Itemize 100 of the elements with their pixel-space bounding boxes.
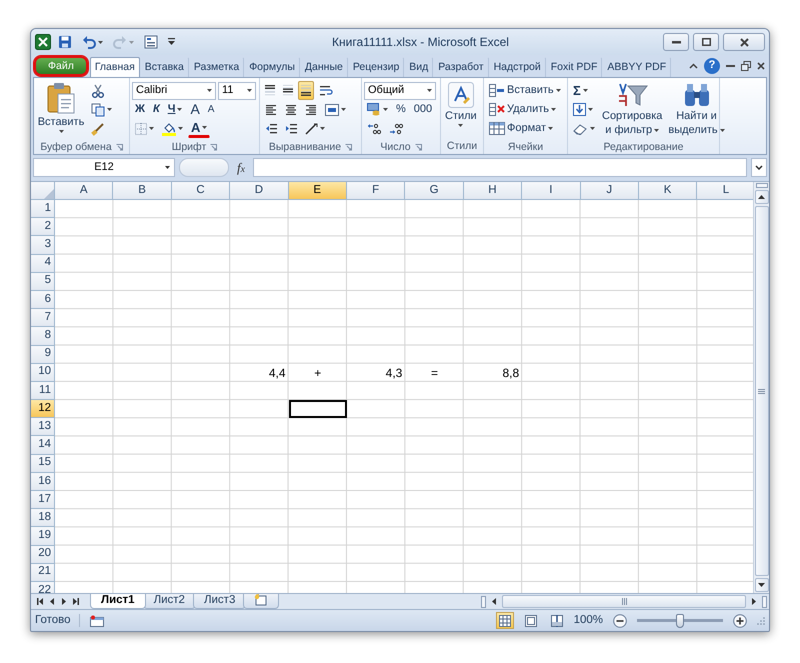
operator-symbol: = bbox=[430, 364, 440, 382]
shrink-font-button[interactable]: A bbox=[204, 100, 218, 119]
split-handle[interactable] bbox=[756, 183, 768, 188]
paste-button[interactable]: Вставить bbox=[36, 80, 86, 140]
group-label: Редактирование bbox=[604, 140, 684, 154]
row-header[interactable]: 11 bbox=[31, 382, 55, 400]
format-cells-button[interactable]: Формат bbox=[486, 119, 564, 138]
last-sheet-icon[interactable] bbox=[73, 598, 79, 605]
column-header[interactable]: E bbox=[288, 182, 347, 200]
sheet-tab[interactable]: Лист2 bbox=[142, 594, 196, 609]
row-header[interactable]: 3 bbox=[31, 236, 55, 255]
scroll-down-button[interactable] bbox=[754, 578, 768, 592]
minimize-button[interactable] bbox=[663, 33, 689, 51]
sort-filter-button[interactable]: Сортировка и фильтр bbox=[600, 80, 664, 140]
sheet-tab[interactable]: Лист1 bbox=[90, 594, 146, 609]
number-format-field[interactable]: Общий bbox=[364, 82, 436, 100]
row-header[interactable]: 9 bbox=[31, 346, 55, 364]
column-header[interactable]: F bbox=[346, 182, 406, 200]
normal-view-button[interactable] bbox=[496, 612, 514, 629]
file-tab[interactable]: Файл bbox=[34, 56, 88, 76]
normal-view-icon bbox=[498, 614, 511, 626]
row-header[interactable]: 2 bbox=[31, 218, 55, 236]
zoom-level[interactable]: 100% bbox=[574, 614, 603, 628]
previous-sheet-icon[interactable] bbox=[49, 598, 55, 605]
font-color-button[interactable]: A bbox=[188, 119, 210, 138]
ribbon-tab[interactable]: Главная bbox=[90, 57, 140, 77]
active-cell-cursor[interactable] bbox=[288, 400, 347, 418]
split-handle[interactable] bbox=[762, 596, 767, 608]
underline-button[interactable]: Ч bbox=[164, 100, 186, 119]
row-header[interactable]: 19 bbox=[31, 527, 55, 546]
zoom-slider-thumb[interactable] bbox=[676, 614, 684, 628]
font-name-field[interactable]: Calibri bbox=[132, 82, 216, 100]
name-box[interactable]: E12 bbox=[33, 158, 175, 177]
column-header[interactable]: K bbox=[638, 182, 698, 200]
scroll-up-button[interactable] bbox=[754, 190, 768, 204]
row-header[interactable]: 13 bbox=[31, 418, 55, 436]
caret-icon bbox=[202, 126, 208, 129]
row-header[interactable]: 10 bbox=[31, 364, 55, 382]
styles-button[interactable]: Стили bbox=[443, 80, 479, 139]
row-header[interactable]: 21 bbox=[31, 564, 55, 582]
split-handle[interactable] bbox=[481, 596, 486, 608]
caret-icon bbox=[107, 108, 112, 111]
caret-icon bbox=[177, 108, 182, 111]
insert-function-button[interactable]: f$_{x}$ bbox=[233, 158, 249, 177]
column-header[interactable]: I bbox=[522, 182, 581, 200]
row-header[interactable]: 20 bbox=[31, 546, 55, 564]
row-header[interactable]: 22 bbox=[31, 582, 55, 593]
dialog-launcher-icon bbox=[345, 144, 352, 150]
caret-icon bbox=[720, 128, 725, 132]
help-button[interactable]: ? bbox=[704, 58, 720, 74]
row-header[interactable]: 14 bbox=[31, 436, 55, 455]
bold-button[interactable]: Ж bbox=[132, 100, 148, 119]
row-header[interactable]: 18 bbox=[31, 509, 55, 528]
orientation-icon bbox=[305, 122, 318, 134]
row-header[interactable]: 12 bbox=[31, 400, 55, 418]
formula-input[interactable] bbox=[253, 158, 747, 177]
column-header[interactable]: D bbox=[230, 182, 289, 200]
thousands-button[interactable]: 000 bbox=[410, 100, 436, 119]
italic-button[interactable]: К bbox=[150, 100, 163, 119]
vertical-scroll-thumb[interactable] bbox=[754, 206, 768, 576]
row-header[interactable]: 17 bbox=[31, 491, 55, 510]
increase-indent-icon bbox=[285, 122, 297, 134]
insert-sheet-button[interactable] bbox=[243, 594, 280, 609]
row-header[interactable]: 4 bbox=[31, 254, 55, 273]
maximize-button[interactable] bbox=[693, 33, 719, 51]
row-header[interactable]: 16 bbox=[31, 472, 55, 491]
horizontal-scroll-thumb[interactable] bbox=[502, 595, 746, 608]
close-button[interactable] bbox=[723, 33, 765, 51]
column-header[interactable]: J bbox=[580, 182, 639, 200]
row-header[interactable]: 1 bbox=[31, 200, 55, 218]
zoom-out-button[interactable] bbox=[611, 612, 629, 629]
align-right-icon bbox=[305, 104, 317, 116]
left-arrow-icon bbox=[492, 598, 496, 605]
first-sheet-icon[interactable] bbox=[37, 598, 43, 605]
column-header[interactable]: B bbox=[113, 182, 172, 200]
column-header[interactable]: C bbox=[172, 182, 230, 200]
align-bottom-button[interactable] bbox=[298, 81, 314, 100]
insert-cells-button[interactable]: Вставить bbox=[486, 81, 564, 100]
row-header[interactable]: 7 bbox=[31, 309, 55, 328]
caret-icon bbox=[129, 40, 134, 44]
row-header[interactable]: 8 bbox=[31, 327, 55, 346]
column-header[interactable]: G bbox=[405, 182, 464, 200]
expand-formula-button[interactable] bbox=[751, 158, 767, 177]
caret-icon bbox=[165, 166, 170, 169]
autosum-button[interactable]: Σ bbox=[570, 81, 598, 100]
font-size-field[interactable]: 11 bbox=[218, 82, 256, 100]
row-header[interactable]: 5 bbox=[31, 272, 55, 291]
column-header[interactable]: L bbox=[697, 182, 753, 200]
sheet-tab[interactable]: Лист3 bbox=[192, 594, 246, 609]
row-header[interactable]: 15 bbox=[31, 454, 55, 473]
row-header[interactable]: 6 bbox=[31, 290, 55, 310]
column-header[interactable]: A bbox=[55, 182, 114, 200]
grow-font-button[interactable]: A bbox=[187, 100, 203, 119]
next-sheet-icon[interactable] bbox=[61, 598, 67, 605]
zoom-in-button[interactable] bbox=[731, 612, 749, 629]
delete-cells-button[interactable]: Удалить bbox=[486, 100, 564, 119]
column-header[interactable]: H bbox=[464, 182, 522, 200]
align-bottom-icon bbox=[301, 85, 311, 96]
percent-button[interactable]: % bbox=[393, 100, 409, 119]
find-select-button[interactable]: Найти и выделить bbox=[666, 80, 727, 140]
